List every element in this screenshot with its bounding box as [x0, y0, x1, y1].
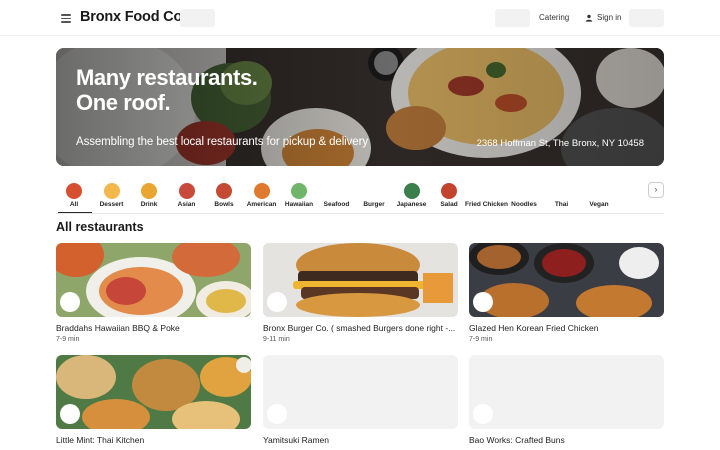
category-strip: All Dessert Drink Asian Bowls American Hawaiia…: [56, 180, 664, 214]
restaurant-card[interactable]: Yamitsuki Ramen: [263, 355, 458, 448]
delivery-time: 7-9 min: [56, 336, 80, 343]
hero-banner: Many restaurants. One roof. Assembling t…: [56, 48, 664, 166]
asian-icon: [178, 183, 195, 199]
restaurant-image-placeholder: [469, 355, 664, 429]
salad-icon: [441, 183, 457, 199]
restaurant-logo: [267, 292, 287, 312]
drink-icon: [141, 183, 157, 199]
restaurant-card[interactable]: Bronx Burger Co. ( smashed Burgers done …: [263, 243, 458, 343]
active-category-indicator: [58, 212, 92, 213]
category-label: Vegan: [589, 201, 609, 208]
bowls-icon: [216, 183, 232, 199]
american-icon: [253, 183, 270, 199]
restaurant-image: [469, 243, 664, 317]
restaurant-card[interactable]: Little Mint: Thai Kitchen: [56, 355, 251, 448]
category-vegan[interactable]: Vegan: [581, 180, 617, 208]
dessert-icon: [103, 183, 120, 199]
restaurant-card[interactable]: Bao Works: Crafted Buns: [469, 355, 664, 448]
restaurant-logo: [60, 292, 80, 312]
chevron-right-icon[interactable]: ›: [648, 182, 664, 198]
vegan-icon: [591, 183, 607, 199]
hero-title-line-1: Many restaurants.: [76, 65, 258, 90]
cart-placeholder[interactable]: [629, 9, 664, 27]
seafood-icon: [328, 183, 345, 199]
japanese-icon: [403, 183, 420, 199]
restaurant-logo: [473, 292, 493, 312]
restaurant-name: Little Mint: Thai Kitchen: [56, 435, 145, 445]
hawaiian-icon: [291, 183, 307, 199]
restaurant-name: Braddahs Hawaiian BBQ & Poke: [56, 323, 180, 333]
restaurant-card[interactable]: Braddahs Hawaiian BBQ & Poke 7-9 min: [56, 243, 251, 343]
sign-in-label: Sign in: [597, 13, 622, 22]
delivery-time: 7-9 min: [469, 336, 493, 343]
store-address: 2368 Hoffman St, The Bronx, NY 10458: [476, 138, 644, 149]
hero-subtitle: Assembling the best local restaurants fo…: [76, 136, 368, 148]
restaurant-name: Yamitsuki Ramen: [263, 435, 329, 445]
restaurant-image: [56, 243, 251, 317]
noodles-icon: [516, 183, 532, 199]
menu-icon[interactable]: [60, 12, 72, 24]
delivery-time: 9-11 min: [263, 336, 290, 343]
fried-chicken-icon: [478, 183, 495, 199]
section-title: All restaurants: [56, 220, 144, 234]
restaurant-name: Bao Works: Crafted Buns: [469, 435, 565, 445]
catering-link[interactable]: Catering: [539, 13, 569, 22]
placeholder-skeleton: [495, 9, 530, 27]
all-icon: [66, 183, 82, 199]
restaurant-image: [56, 355, 251, 429]
restaurant-card[interactable]: Glazed Hen Korean Fried Chicken 7-9 min: [469, 243, 664, 343]
restaurant-name: Glazed Hen Korean Fried Chicken: [469, 323, 599, 333]
burger-icon: [366, 183, 382, 199]
top-bar: Bronx Food Co Catering Sign in: [0, 0, 720, 36]
restaurant-name: Bronx Burger Co. ( smashed Burgers done …: [263, 323, 456, 333]
brand-logo-text[interactable]: Bronx Food Co: [80, 9, 182, 25]
person-icon: [585, 14, 593, 22]
restaurant-logo: [267, 404, 287, 424]
hero-title: Many restaurants. One roof.: [76, 65, 258, 115]
restaurant-image: [263, 243, 458, 317]
hero-title-line-2: One roof.: [76, 90, 171, 115]
restaurant-logo: [473, 404, 493, 424]
restaurant-image-placeholder: [263, 355, 458, 429]
thai-icon: [553, 183, 570, 199]
placeholder-skeleton: [180, 9, 215, 27]
restaurant-logo: [60, 404, 80, 424]
sign-in-button[interactable]: Sign in: [585, 13, 621, 22]
